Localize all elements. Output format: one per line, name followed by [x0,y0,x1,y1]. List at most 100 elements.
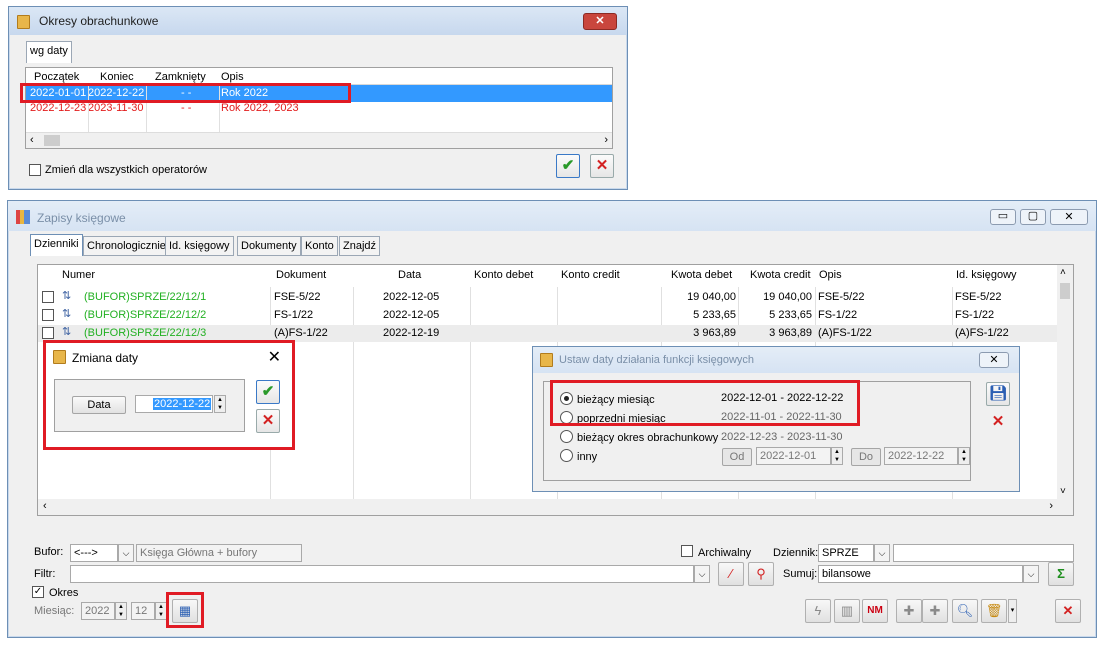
cell-debet: 19 040,00 [687,291,736,303]
window-close-icon[interactable]: ✕ [1050,209,1088,225]
col-kwota-debet[interactable]: Kwota debet [671,269,732,281]
tab-dzienniki[interactable]: Dzienniki [30,234,83,256]
col-kwota-credit[interactable]: Kwota credit [750,269,811,281]
okres-checkbox[interactable]: ✓ [32,586,44,598]
filtr-dropdown-icon[interactable]: ⌵ [694,565,710,583]
col-dokument[interactable]: Dokument [276,269,326,281]
scroll-right-icon[interactable]: › [604,134,608,146]
cell-opis: FS-1/22 [818,309,858,321]
scroll-down-icon[interactable]: ˅ [1060,486,1066,497]
do-button[interactable]: Do [851,448,881,466]
radio-biezacy-okres[interactable] [560,430,573,443]
do-spinner-icon[interactable]: ▲ ▼ [958,447,970,465]
cancel-x-icon[interactable]: ✕ [590,154,614,178]
books-tool-icon[interactable]: ▥ [834,599,860,623]
save-icon[interactable]: 💾︎ [986,382,1010,406]
zapisy-title: Zapisy księgowe [37,211,126,225]
scroll-left-icon[interactable]: ‹ [30,134,34,146]
bufor-desc-field: Księga Główna + bufory [136,544,302,562]
nm-icon[interactable]: NM [862,599,888,623]
maximize-icon[interactable]: ▢ [1020,209,1046,225]
od-spinner-icon[interactable]: ▲ ▼ [831,447,843,465]
highlight-box [43,340,295,450]
dziennik-dropdown-icon[interactable]: ⌵ [874,544,890,562]
tab-dokumenty[interactable]: Dokumenty [237,236,301,256]
row-checkbox[interactable] [42,327,54,339]
radio-inny[interactable] [560,449,573,462]
col-konto-credit[interactable]: Konto credit [561,269,620,281]
trash-dropdown-icon[interactable]: ▾ [1008,599,1017,623]
col-numer[interactable]: Numer [62,269,95,281]
confirm-check-icon[interactable]: ✔ [556,154,580,178]
split-icon: ⇅ [62,308,72,320]
clear-filter-icon[interactable]: ⁄ [718,562,744,586]
horizontal-scrollbar[interactable]: ‹ › [26,132,612,148]
col-data[interactable]: Data [398,269,421,281]
cell-closed: - - [181,102,192,114]
minimize-icon[interactable]: ▭ [990,209,1016,225]
scroll-right-icon[interactable]: › [1049,500,1053,512]
month-input[interactable]: 12 [131,602,155,620]
zmien-checkbox[interactable] [29,164,41,176]
od-input[interactable]: 2022-12-01 [756,447,831,465]
col-konto-debet[interactable]: Konto debet [474,269,533,281]
filtr-input[interactable] [70,565,694,583]
scroll-up-icon[interactable]: ˄ [1060,267,1066,278]
col-zamkniety[interactable]: Zamknięty [155,71,206,83]
tab-chronologicznie[interactable]: Chronologicznie [83,236,170,256]
highlight-box [166,592,204,628]
dziennik-select[interactable]: SPRZE [818,544,874,562]
folder-icon [540,353,553,367]
col-poczatek[interactable]: Początek [34,71,79,83]
add-icon[interactable]: ✚ [896,599,922,623]
col-id-ksiegowy[interactable]: Id. księgowy [956,269,1017,281]
table-row[interactable]: ⇅ (BUFOR)SPRZE/22/12/1 FSE-5/22 2022-12-… [38,289,1073,306]
close-icon[interactable]: ✕ [583,13,617,30]
od-button[interactable]: Od [722,448,752,466]
bufor-label: Bufor: [34,546,64,558]
add-alt-icon[interactable]: ✚ [922,599,948,623]
col-koniec[interactable]: Koniec [100,71,134,83]
bufor-dropdown-icon[interactable]: ⌵ [118,544,134,562]
tab-id-ksiegowy[interactable]: Id. księgowy [165,236,234,256]
tab-konto[interactable]: Konto [301,236,338,256]
ustaw-daty-title: Ustaw daty działania funkcji księgowych [559,354,755,366]
search-icon[interactable]: 🔍︎ [952,599,978,623]
dialog-close-icon[interactable]: ✕ [979,352,1009,368]
filter-search-icon[interactable]: ⚲ [748,562,774,586]
cell-desc: Rok 2022, 2023 [221,102,299,114]
table-row[interactable]: 2022-12-23 2023-11-30 - - Rok 2022, 2023 [26,102,612,119]
sumuj-dropdown-icon[interactable]: ⌵ [1023,565,1039,583]
okresy-titlebar: Okresy obrachunkowe ✕ [9,7,627,35]
cancel-x-icon[interactable]: ✕ [986,411,1010,435]
close-window-icon[interactable]: ✕ [1055,599,1081,623]
tab-wg-daty[interactable]: wg daty [26,41,72,63]
row-checkbox[interactable] [42,309,54,321]
scroll-thumb[interactable] [1060,283,1070,299]
horizontal-scrollbar[interactable]: ‹ › [38,499,1073,515]
table-row[interactable]: ⇅ (BUFOR)SPRZE/22/12/2 FS-1/22 2022-12-0… [38,307,1073,324]
trash-icon[interactable]: 🗑︎ [981,599,1007,623]
col-opis[interactable]: Opis [819,269,842,281]
scroll-left-icon[interactable]: ‹ [43,500,47,512]
vertical-scrollbar[interactable]: ˄ ˅ [1057,265,1073,499]
folder-icon [17,15,30,29]
tab-znajdz[interactable]: Znajdź [339,236,381,256]
sum-icon[interactable]: Σ [1048,562,1074,586]
sumuj-select[interactable]: bilansowe [818,565,1023,583]
cell-data: 2022-12-19 [383,327,440,339]
dziennik-desc-field [893,544,1074,562]
miesiac-label: Miesiąc: [34,605,75,617]
ustaw-daty-titlebar: Ustaw daty działania funkcji księgowych … [533,347,1019,373]
col-opis[interactable]: Opis [221,71,244,83]
lightning-icon[interactable]: ϟ [805,599,831,623]
archiwalny-checkbox[interactable] [681,545,693,557]
year-spinner-icon[interactable]: ▲ ▼ [115,602,127,620]
bufor-select[interactable]: <---> [70,544,118,562]
scroll-thumb[interactable] [44,135,60,146]
cell-data: 2022-12-05 [383,309,440,321]
row-checkbox[interactable] [42,291,54,303]
year-input[interactable]: 2022 [81,602,115,620]
cell-numer: (BUFOR)SPRZE/22/12/3 [84,327,207,339]
do-input[interactable]: 2022-12-22 [884,447,958,465]
